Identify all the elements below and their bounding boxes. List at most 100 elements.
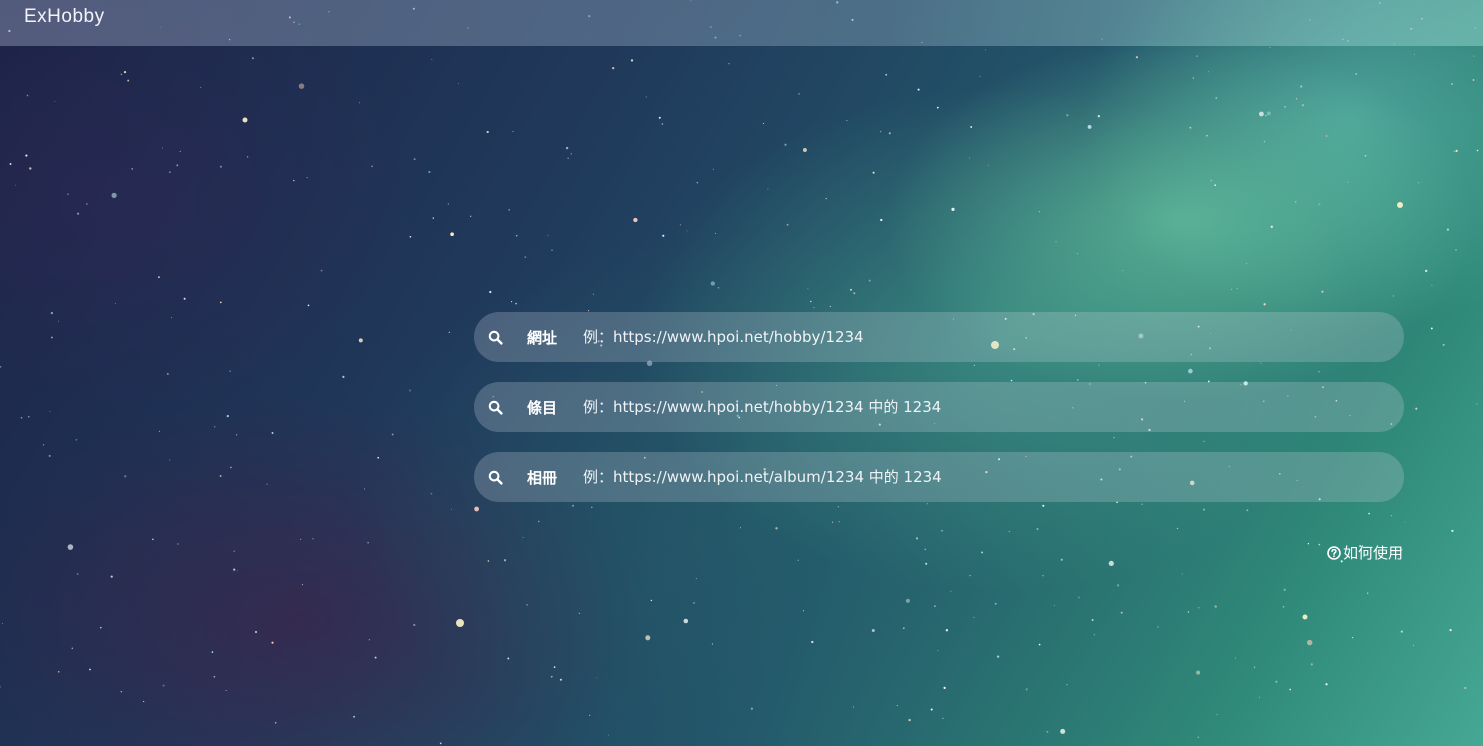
star bbox=[945, 629, 949, 632]
star bbox=[1476, 403, 1478, 405]
star bbox=[1413, 53, 1415, 55]
star bbox=[717, 286, 720, 289]
star bbox=[693, 602, 695, 604]
star bbox=[985, 49, 986, 51]
question-circle-icon bbox=[1327, 545, 1341, 560]
star bbox=[1192, 77, 1195, 79]
star bbox=[266, 483, 268, 485]
star bbox=[1216, 714, 1218, 716]
star bbox=[487, 560, 490, 562]
star bbox=[507, 657, 510, 660]
star bbox=[662, 234, 665, 237]
star bbox=[553, 666, 556, 668]
star bbox=[230, 466, 232, 469]
star bbox=[110, 575, 113, 578]
star bbox=[1196, 55, 1198, 57]
star bbox=[1210, 179, 1213, 182]
search-icon[interactable] bbox=[484, 326, 506, 348]
star bbox=[1392, 295, 1394, 297]
star bbox=[1234, 657, 1236, 659]
star bbox=[1269, 46, 1271, 49]
star bbox=[26, 94, 29, 97]
star bbox=[1189, 126, 1192, 129]
star bbox=[1230, 288, 1232, 290]
star bbox=[237, 570, 239, 572]
star bbox=[219, 475, 222, 477]
star bbox=[846, 120, 848, 121]
star bbox=[570, 152, 573, 155]
star bbox=[48, 454, 51, 457]
bright-star bbox=[1397, 202, 1403, 208]
star bbox=[489, 290, 492, 294]
star bbox=[511, 301, 513, 303]
star bbox=[1078, 596, 1080, 599]
star bbox=[179, 150, 181, 152]
search-icon[interactable] bbox=[484, 466, 506, 488]
bright-star bbox=[456, 619, 464, 627]
star bbox=[1446, 228, 1450, 231]
search-icon[interactable] bbox=[484, 396, 506, 418]
star bbox=[413, 623, 416, 627]
star bbox=[1412, 644, 1415, 646]
star bbox=[131, 168, 134, 170]
star bbox=[1122, 269, 1124, 271]
star bbox=[1284, 106, 1286, 108]
star bbox=[428, 170, 431, 174]
star bbox=[915, 537, 919, 540]
star bbox=[307, 304, 310, 307]
star bbox=[1066, 114, 1069, 117]
star bbox=[767, 188, 769, 190]
star bbox=[645, 96, 647, 98]
star bbox=[526, 604, 528, 606]
how-to-use-label: 如何使用 bbox=[1342, 544, 1403, 562]
star bbox=[1087, 124, 1092, 129]
star bbox=[1301, 104, 1304, 107]
item-id-search-input[interactable] bbox=[583, 382, 1404, 432]
star bbox=[630, 59, 634, 62]
star bbox=[512, 131, 514, 133]
star bbox=[161, 147, 163, 149]
star bbox=[0, 686, 1, 688]
star bbox=[522, 536, 524, 538]
star bbox=[503, 559, 507, 562]
star bbox=[71, 647, 74, 650]
url-search-input[interactable] bbox=[583, 312, 1404, 362]
star bbox=[1476, 149, 1479, 152]
star bbox=[924, 548, 927, 551]
star bbox=[650, 599, 653, 602]
star bbox=[925, 562, 928, 565]
star bbox=[1270, 225, 1273, 228]
star bbox=[1451, 529, 1454, 533]
album-id-search-input[interactable] bbox=[583, 452, 1404, 502]
star bbox=[994, 602, 997, 605]
star bbox=[152, 538, 154, 541]
star bbox=[458, 83, 459, 84]
how-to-use-link[interactable]: 如何使用 bbox=[1327, 542, 1403, 563]
star bbox=[710, 281, 715, 286]
star bbox=[942, 717, 944, 719]
star bbox=[1325, 683, 1328, 686]
star bbox=[364, 488, 365, 490]
star bbox=[1300, 85, 1303, 88]
star bbox=[775, 527, 778, 530]
star bbox=[1135, 56, 1139, 59]
star bbox=[51, 336, 53, 339]
star bbox=[589, 714, 591, 716]
star bbox=[169, 459, 171, 461]
star bbox=[996, 655, 1000, 658]
star bbox=[1351, 636, 1354, 639]
star bbox=[177, 543, 179, 545]
star bbox=[1464, 686, 1467, 690]
star bbox=[1431, 284, 1433, 286]
star bbox=[1120, 611, 1123, 614]
star bbox=[89, 668, 91, 671]
star bbox=[1318, 543, 1321, 546]
star bbox=[374, 656, 377, 659]
star bbox=[15, 184, 16, 186]
brand-logo-link[interactable]: ExHobby bbox=[24, 6, 105, 28]
star bbox=[951, 207, 955, 212]
search-label-url: 網址 bbox=[527, 328, 558, 347]
star bbox=[1187, 611, 1190, 613]
star bbox=[169, 171, 171, 173]
star bbox=[1400, 630, 1403, 633]
